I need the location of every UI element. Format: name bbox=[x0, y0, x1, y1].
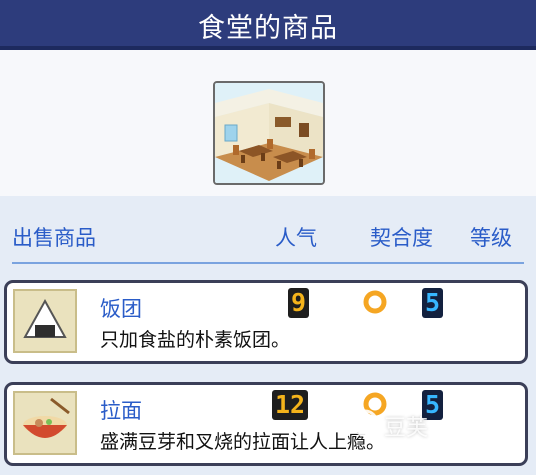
title-bar: 食堂的商品 bbox=[0, 0, 536, 50]
popularity-value: 9 bbox=[288, 288, 310, 318]
column-header-level: 等级 bbox=[470, 226, 512, 250]
popularity-value: 12 bbox=[272, 390, 309, 420]
header-divider bbox=[12, 262, 524, 264]
product-name: 拉面 bbox=[100, 399, 142, 423]
product-description: 只加食盐的朴素饭团。 bbox=[100, 329, 291, 351]
watermark-logo-icon bbox=[350, 408, 380, 444]
watermark-text: 豆芙 bbox=[384, 416, 429, 441]
rice-ball-icon bbox=[13, 289, 77, 353]
column-header-fit: 契合度 bbox=[370, 226, 433, 250]
ring-icon bbox=[362, 289, 388, 315]
level-value: 5 bbox=[422, 288, 444, 318]
watermark: 豆芙 bbox=[350, 408, 500, 444]
product-item-onigiri[interactable]: 饭团 只加食盐的朴素饭团。 9 5 bbox=[4, 280, 528, 364]
product-description: 盛满豆芽和叉烧的拉面让人上瘾。 bbox=[100, 431, 386, 453]
cafeteria-room-image bbox=[213, 81, 325, 185]
product-name: 饭团 bbox=[100, 297, 142, 321]
column-header-popularity: 人气 bbox=[275, 226, 317, 250]
column-header-product: 出售商品 bbox=[12, 226, 96, 250]
ramen-bowl-icon bbox=[13, 391, 77, 455]
page-title: 食堂的商品 bbox=[198, 12, 338, 44]
